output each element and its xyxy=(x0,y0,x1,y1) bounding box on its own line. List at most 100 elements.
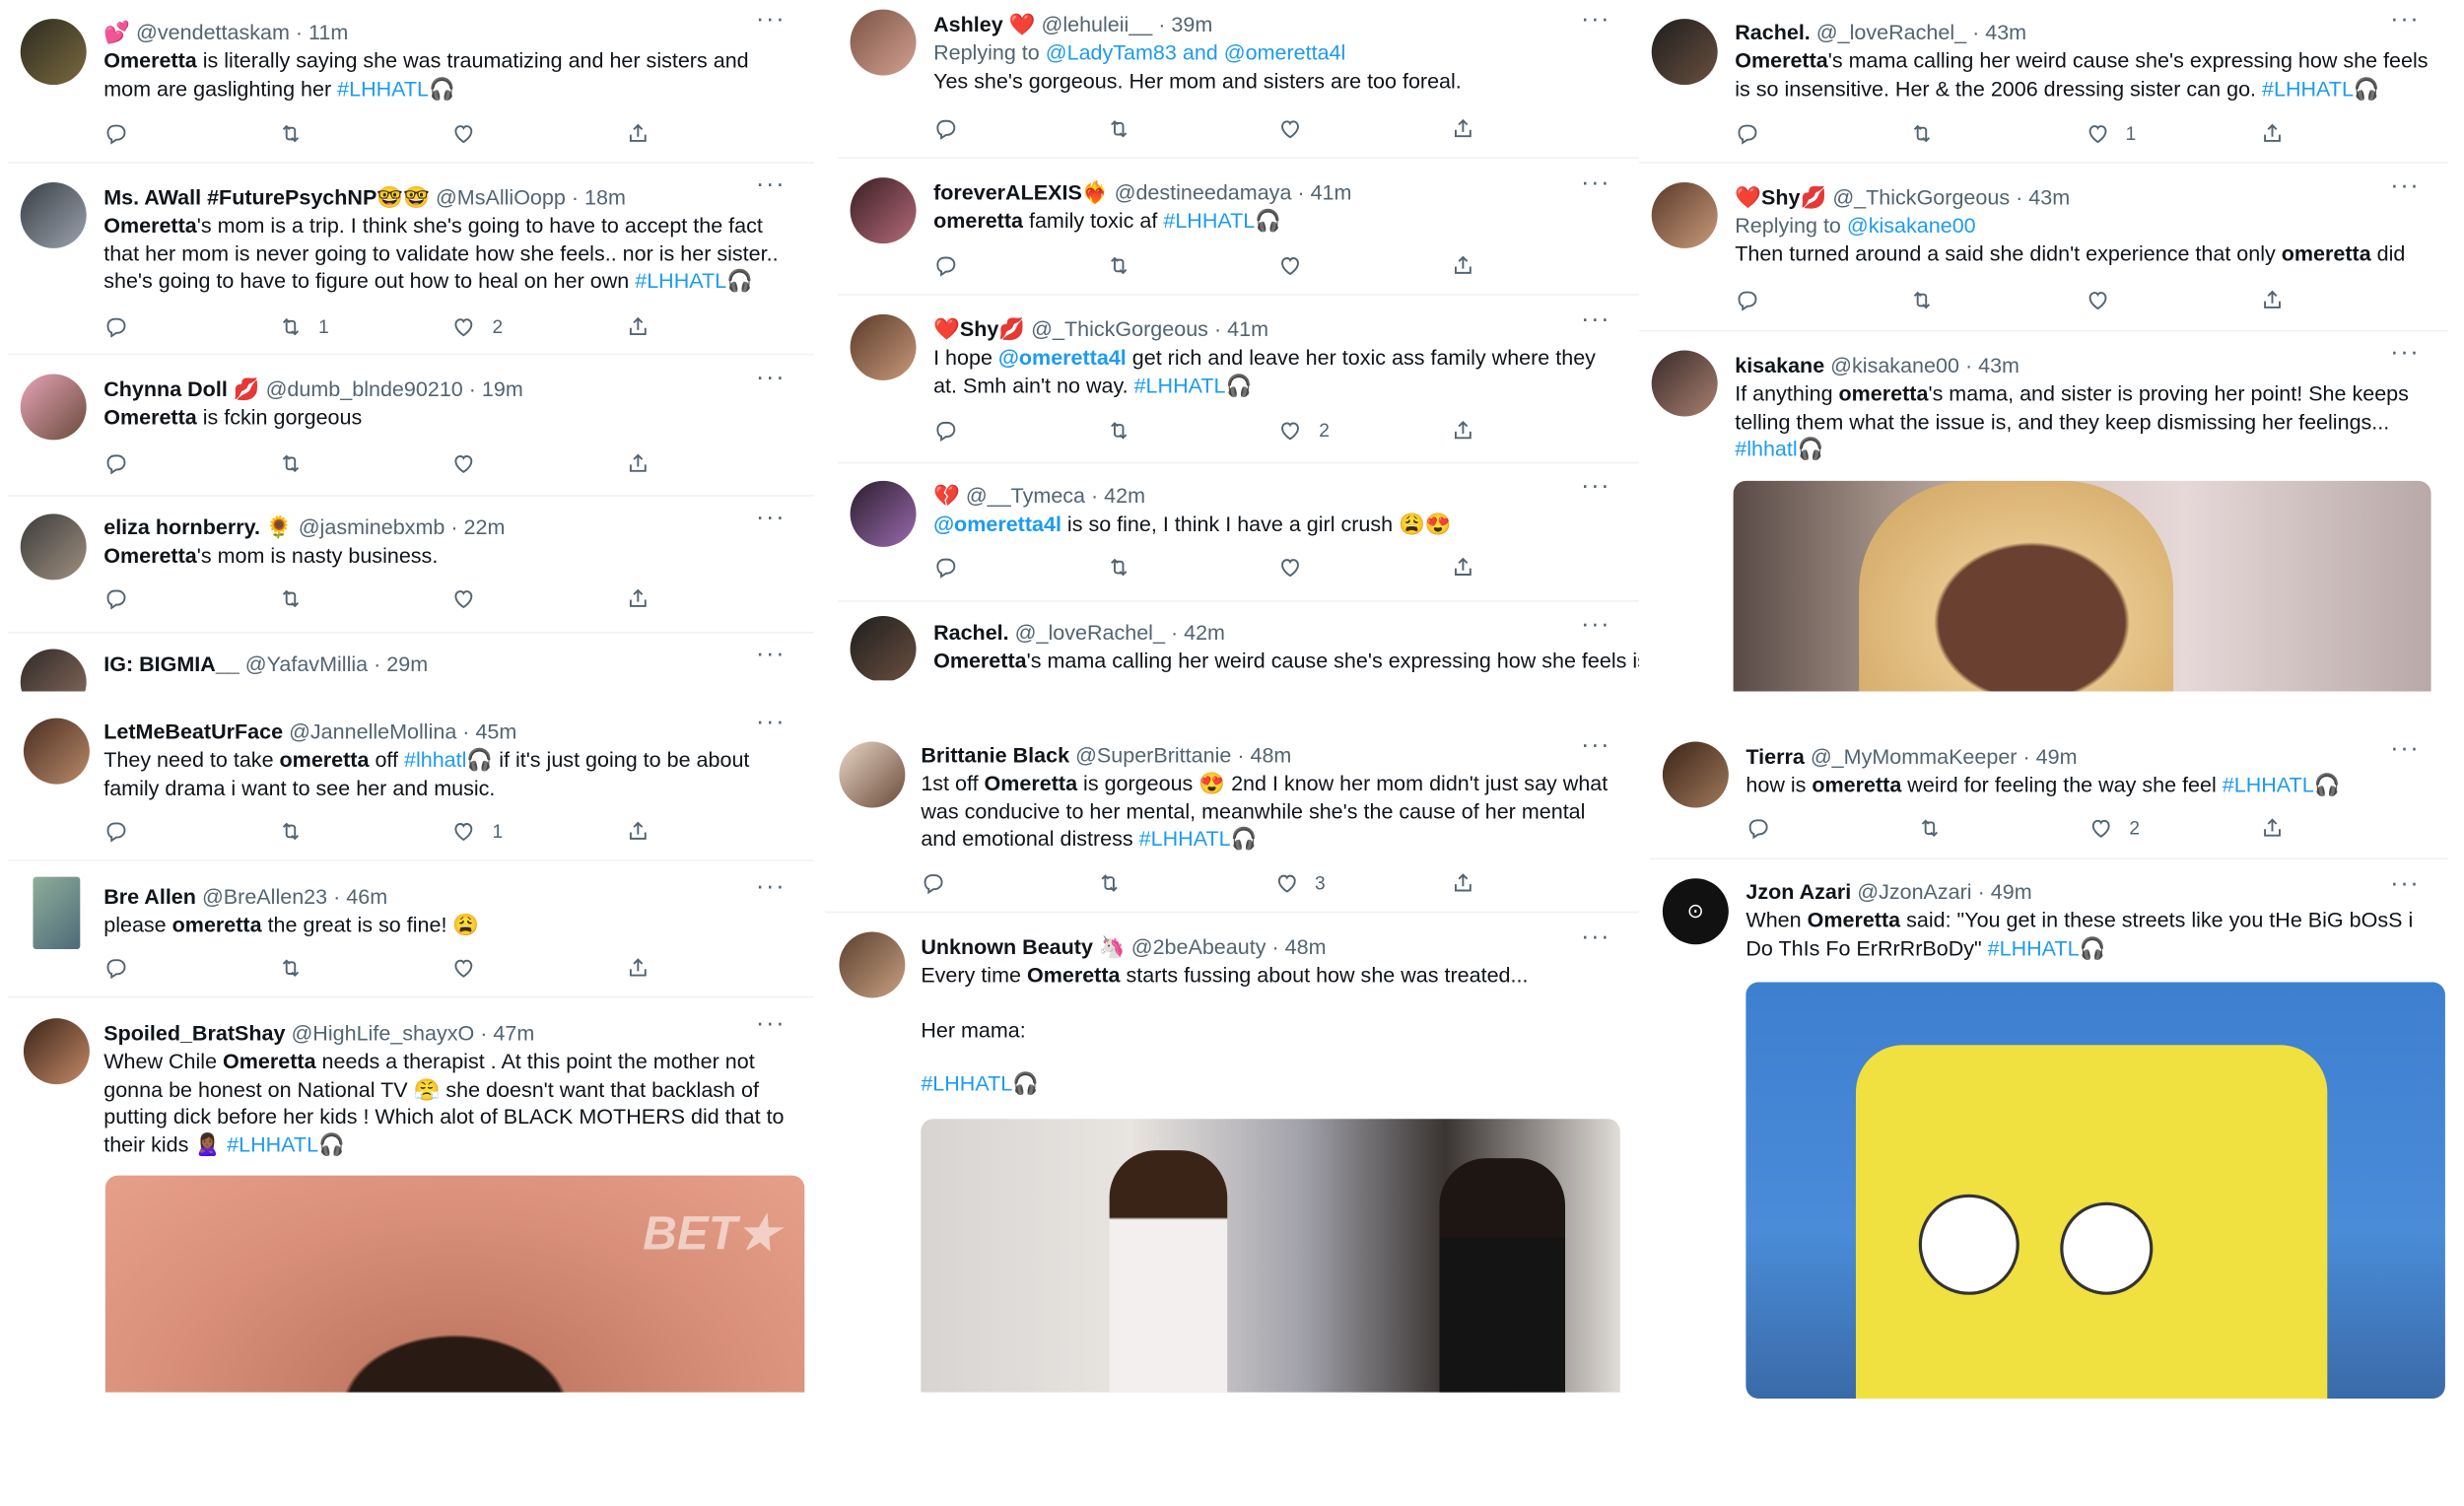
tweet-media-gif[interactable] xyxy=(1745,982,2445,1400)
retweet-button[interactable] xyxy=(1097,870,1192,896)
avatar[interactable] xyxy=(850,9,917,76)
more-icon[interactable]: ··· xyxy=(1581,6,1610,34)
more-icon[interactable]: ··· xyxy=(756,6,786,34)
user-handle[interactable]: @vendettaskam xyxy=(136,21,290,44)
tweet-card[interactable]: Tierra @_MyMommaKeeper · 49m how is omer… xyxy=(1650,728,2449,860)
hashtag-link[interactable]: #LHHATL🎧 xyxy=(2262,76,2380,100)
display-name[interactable]: Rachel. xyxy=(1735,21,1811,44)
tweet-card[interactable]: Brittanie Black @SuperBrittanie · 48m 1s… xyxy=(825,725,1639,914)
user-handle[interactable]: @YafavMillia xyxy=(245,652,368,676)
user-handle[interactable]: @SuperBrittanie xyxy=(1075,743,1231,767)
avatar[interactable] xyxy=(33,876,81,950)
tweet-card[interactable]: 💔 @__Tymeca · 42m @omeretta4l is so fine… xyxy=(837,466,1639,602)
display-name[interactable]: Rachel. xyxy=(933,621,1009,645)
reply-button[interactable] xyxy=(933,116,1028,142)
reply-button[interactable] xyxy=(921,870,1015,896)
more-icon[interactable]: ··· xyxy=(756,1010,786,1039)
tweet-card[interactable]: eliza hornberry. 🌻 @jasminebxmb · 22m Om… xyxy=(7,498,814,634)
avatar[interactable] xyxy=(20,513,87,581)
timestamp[interactable]: · 42m xyxy=(1091,484,1145,508)
more-icon[interactable]: ··· xyxy=(2390,6,2420,34)
share-button[interactable] xyxy=(1451,253,1545,279)
user-handle[interactable]: @__Tymeca xyxy=(966,484,1085,508)
retweet-button[interactable] xyxy=(278,451,373,477)
user-handle[interactable]: @jasminebxmb xyxy=(299,515,445,539)
user-handle[interactable]: @destineedamaya xyxy=(1115,180,1292,204)
display-name[interactable]: Bre Allen xyxy=(103,885,196,909)
more-icon[interactable]: ··· xyxy=(1581,924,1610,953)
like-button[interactable] xyxy=(451,586,546,612)
more-icon[interactable]: ··· xyxy=(756,873,786,902)
display-name[interactable]: foreverALEXIS❤️‍🔥 xyxy=(933,180,1109,204)
user-handle[interactable]: @JzonAzari xyxy=(1857,880,1971,904)
display-name[interactable]: Chynna Doll 💋 xyxy=(103,377,259,401)
tweet-media-gif[interactable] xyxy=(921,1119,1620,1393)
hashtag-link[interactable]: #LHHATL🎧 xyxy=(2223,773,2341,796)
timestamp[interactable]: · 19m xyxy=(469,377,523,401)
avatar[interactable] xyxy=(850,313,917,380)
user-handle[interactable]: @kisakane00 xyxy=(1830,354,1959,377)
hashtag-link[interactable]: #LHHATL🎧 xyxy=(921,1071,1039,1095)
tweet-card[interactable]: foreverALEXIS❤️‍🔥 @destineedamaya · 41m … xyxy=(837,163,1639,296)
more-icon[interactable]: ··· xyxy=(1581,473,1610,502)
user-handle[interactable]: @2beAbeauty xyxy=(1131,935,1266,959)
avatar[interactable] xyxy=(20,19,87,86)
display-name[interactable]: IG: BIGMIA__ xyxy=(103,652,240,676)
reply-button[interactable] xyxy=(1735,121,1829,147)
more-icon[interactable]: ··· xyxy=(2390,172,2420,201)
reply-button[interactable] xyxy=(1735,288,1829,313)
like-button[interactable] xyxy=(451,955,546,981)
share-button[interactable] xyxy=(626,121,720,147)
user-handle[interactable]: @BreAllen23 xyxy=(202,885,327,909)
avatar[interactable] xyxy=(850,616,917,681)
tweet-card[interactable]: ⊙ Jzon Azari @JzonAzari · 49m When Omere… xyxy=(1650,863,2449,1400)
timestamp[interactable]: · 45m xyxy=(462,719,516,743)
user-handle[interactable]: @HighLife_shayxO xyxy=(291,1021,474,1045)
share-button[interactable] xyxy=(2260,121,2355,147)
timestamp[interactable]: · 42m xyxy=(1171,621,1225,645)
avatar[interactable] xyxy=(1651,350,1718,417)
tweet-card[interactable]: Rachel. @_loveRachel_ · 43m Omeretta's m… xyxy=(1638,0,2449,164)
like-button[interactable]: 2 xyxy=(451,314,546,340)
display-name[interactable]: LetMeBeatUrFace xyxy=(103,719,283,743)
more-icon[interactable]: ··· xyxy=(756,505,786,533)
timestamp[interactable]: · 41m xyxy=(1297,180,1351,204)
tweet-card[interactable]: Chynna Doll 💋 @dumb_blnde90210 · 19m Ome… xyxy=(7,358,814,497)
retweet-button[interactable] xyxy=(278,586,373,612)
user-handle[interactable]: @_loveRachel_ xyxy=(1816,21,1966,44)
tweet-card[interactable]: Unknown Beauty 🦄 @2beAbeauty · 48m Every… xyxy=(825,918,1639,1393)
like-button[interactable] xyxy=(451,121,546,147)
like-button[interactable] xyxy=(1278,116,1373,142)
hashtag-link[interactable]: #LHHATL🎧 xyxy=(1163,209,1281,233)
retweet-button[interactable] xyxy=(1106,418,1200,444)
timestamp[interactable]: · 39m xyxy=(1158,13,1212,36)
timestamp[interactable]: · 49m xyxy=(2022,745,2077,769)
reply-button[interactable] xyxy=(1745,815,1840,841)
retweet-button[interactable] xyxy=(1106,555,1200,581)
avatar[interactable] xyxy=(20,649,87,692)
retweet-button[interactable] xyxy=(278,955,373,981)
timestamp[interactable]: · 41m xyxy=(1214,317,1268,341)
replying-to-users[interactable]: @kisakane00 xyxy=(1847,214,1976,238)
display-name[interactable]: Jzon Azari xyxy=(1745,880,1851,904)
display-name[interactable]: Spoiled_BratShay xyxy=(103,1021,285,1045)
user-handle[interactable]: @lehuleii__ xyxy=(1041,13,1152,36)
retweet-button[interactable] xyxy=(1910,288,2005,313)
more-icon[interactable]: ··· xyxy=(2390,735,2420,764)
timestamp[interactable]: · 43m xyxy=(2016,185,2070,209)
more-icon[interactable]: ··· xyxy=(2390,870,2420,899)
reply-button[interactable] xyxy=(103,451,198,477)
more-icon[interactable]: ··· xyxy=(1581,307,1610,335)
share-button[interactable] xyxy=(1451,116,1545,142)
avatar[interactable] xyxy=(1662,741,1729,808)
avatar[interactable] xyxy=(850,480,917,547)
tweet-card[interactable]: IG: BIGMIA__ @YafavMillia · 29m ··· xyxy=(7,635,814,692)
retweet-button[interactable] xyxy=(1910,121,2005,147)
avatar[interactable] xyxy=(23,718,90,785)
share-button[interactable] xyxy=(1451,555,1545,581)
retweet-button[interactable] xyxy=(1917,815,2012,841)
hashtag-link[interactable]: #lhhatl🎧 xyxy=(1735,437,1823,460)
tweet-card[interactable]: Rachel. @_loveRachel_ · 42m Omeretta's m… xyxy=(837,604,1639,681)
mention-link[interactable]: @omeretta4l xyxy=(933,513,1061,536)
user-handle[interactable]: @MsAlliOopp xyxy=(436,185,566,209)
